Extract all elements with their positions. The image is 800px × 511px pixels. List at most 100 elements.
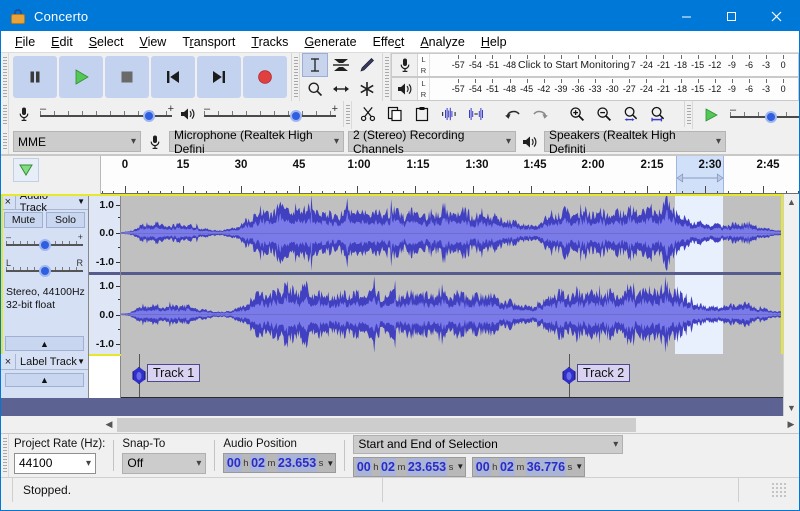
menu-transport[interactable]: Transport: [174, 33, 243, 51]
silence-audio-button[interactable]: [463, 102, 489, 126]
spinner-icon[interactable]: ▼: [456, 462, 464, 471]
play-button[interactable]: [59, 56, 103, 98]
spinner-icon[interactable]: ▼: [575, 462, 583, 471]
audio-position-mm[interactable]: 02: [250, 454, 266, 472]
chevron-up-icon[interactable]: ▲: [784, 194, 799, 210]
chevron-down-icon[interactable]: ▼: [784, 400, 799, 416]
timeline-ruler[interactable]: -1501530451:001:151:301:452:002:152:302:…: [101, 156, 799, 194]
snap-to-select[interactable]: Off ▾: [122, 453, 206, 474]
speaker-icon[interactable]: [392, 78, 418, 100]
skip-to-start-button[interactable]: [151, 56, 195, 98]
record-button[interactable]: [243, 56, 287, 98]
maximize-icon[interactable]: [709, 1, 754, 31]
tools-toolbar-grip[interactable]: [292, 53, 300, 101]
pause-button[interactable]: [13, 56, 57, 98]
zoom-tool[interactable]: [302, 77, 328, 101]
menu-edit[interactable]: Edit: [43, 33, 81, 51]
label-track[interactable]: × Label Track ▼ ▲ Track 1 Track 2: [1, 354, 799, 398]
edit-toolbar-grip[interactable]: [344, 101, 352, 129]
resize-grip-icon[interactable]: [771, 482, 787, 498]
draw-tool[interactable]: [354, 53, 380, 77]
label-text[interactable]: Track 1: [147, 364, 200, 382]
loop-region-handles[interactable]: [677, 172, 723, 184]
label-text[interactable]: Track 2: [577, 364, 630, 382]
monitoring-hint[interactable]: Click to Start Monitoring: [516, 59, 631, 71]
waveform-channel-right[interactable]: [121, 275, 799, 354]
chevron-down-icon[interactable]: ▼: [77, 357, 85, 366]
collapse-up-icon[interactable]: ▲: [5, 336, 84, 351]
undo-button[interactable]: [500, 102, 526, 126]
slider-thumb[interactable]: [765, 111, 777, 123]
slider-thumb[interactable]: [290, 110, 302, 122]
selection-end-field[interactable]: 00 h 02 m 36.776 s ▼: [472, 457, 585, 477]
collapse-up-icon[interactable]: ▲: [5, 373, 84, 387]
menu-tracks[interactable]: Tracks: [243, 33, 296, 51]
close-track-button[interactable]: ×: [1, 194, 16, 209]
horizontal-scrollbar[interactable]: ◀ ▶: [101, 416, 799, 433]
label-track-body[interactable]: Track 1 Track 2: [121, 354, 799, 398]
selection-start-field[interactable]: 00 h 02 m 23.653 s ▼: [353, 457, 466, 477]
selection-toolbar-grip[interactable]: [1, 434, 9, 477]
play-at-speed-button[interactable]: [696, 103, 726, 127]
selection-end-hh[interactable]: 00: [475, 458, 491, 476]
menu-file[interactable]: File: [7, 33, 43, 51]
selection-end-ss[interactable]: 36.776: [526, 458, 566, 476]
copy-button[interactable]: [382, 102, 408, 126]
paste-button[interactable]: [409, 102, 435, 126]
waveform-area[interactable]: [121, 194, 799, 354]
chevron-right-icon[interactable]: ▶: [783, 417, 799, 433]
audio-host-select[interactable]: MME ▾: [13, 131, 141, 152]
time-shift-tool[interactable]: [328, 77, 354, 101]
slider-thumb[interactable]: [39, 265, 51, 277]
device-toolbar-grip[interactable]: [1, 129, 9, 154]
selection-start-hh[interactable]: 00: [356, 458, 372, 476]
selection-mode-select[interactable]: Start and End of Selection ▾: [353, 435, 623, 454]
label-track-control-panel[interactable]: × Label Track ▼ ▲: [1, 354, 89, 398]
stop-button[interactable]: [105, 56, 149, 98]
microphone-icon[interactable]: [392, 54, 418, 76]
label-handle-icon[interactable]: [133, 367, 146, 384]
multi-tool[interactable]: [354, 77, 380, 101]
fit-selection-button[interactable]: [618, 102, 644, 126]
audio-position-field[interactable]: 00 h 02 m 23.653 s ▼: [223, 453, 336, 473]
playback-device-select[interactable]: Speakers (Realtek High Definiti ▾: [544, 131, 726, 152]
solo-button[interactable]: Solo: [46, 212, 85, 228]
minimize-icon[interactable]: [664, 1, 709, 31]
recording-volume-slider[interactable]: – +: [36, 102, 176, 126]
close-icon[interactable]: [754, 1, 799, 31]
recording-device-select[interactable]: Microphone (Realtek High Defini ▾: [169, 131, 344, 152]
play-at-speed-grip[interactable]: [685, 101, 693, 129]
slider-thumb[interactable]: [143, 110, 155, 122]
horizontal-scrollbar-thumb[interactable]: [117, 418, 636, 432]
transport-toolbar-grip[interactable]: [1, 53, 9, 101]
recording-channels-select[interactable]: 2 (Stereo) Recording Channels ▾: [348, 131, 516, 152]
mixer-toolbar-grip[interactable]: [1, 101, 9, 129]
trim-audio-button[interactable]: [436, 102, 462, 126]
menu-analyze[interactable]: Analyze: [412, 33, 472, 51]
pinned-play-head-button[interactable]: [13, 158, 39, 182]
playback-meter[interactable]: L R -57-54-51-48-45-42-39-36-33-30-27-24…: [391, 77, 799, 101]
menu-select[interactable]: Select: [81, 33, 132, 51]
selection-end-mm[interactable]: 02: [499, 458, 515, 476]
vertical-scrollbar[interactable]: ▲ ▼: [783, 194, 799, 416]
mute-button[interactable]: Mute: [4, 212, 43, 228]
close-track-button[interactable]: ×: [1, 354, 16, 369]
playback-volume-slider[interactable]: – +: [200, 102, 340, 126]
spinner-icon[interactable]: ▼: [326, 459, 334, 468]
redo-button[interactable]: [527, 102, 553, 126]
selection-tool[interactable]: [302, 53, 328, 77]
skip-to-end-button[interactable]: [197, 56, 241, 98]
audio-track-control-panel[interactable]: × Audio Track ▼ Mute Solo – + L R: [1, 194, 89, 354]
cut-button[interactable]: [355, 102, 381, 126]
waveform-channel-left[interactable]: [121, 194, 799, 272]
menu-effect[interactable]: Effect: [365, 33, 413, 51]
pan-slider[interactable]: L R: [6, 258, 83, 280]
audio-position-ss[interactable]: 23.653: [277, 454, 317, 472]
audio-position-hh[interactable]: 00: [226, 454, 242, 472]
menu-help[interactable]: Help: [473, 33, 515, 51]
menu-view[interactable]: View: [131, 33, 174, 51]
selection-start-mm[interactable]: 02: [380, 458, 396, 476]
horizontal-scrollbar-trough[interactable]: [117, 417, 783, 433]
menu-generate[interactable]: Generate: [296, 33, 364, 51]
playback-speed-slider[interactable]: –: [726, 103, 800, 127]
